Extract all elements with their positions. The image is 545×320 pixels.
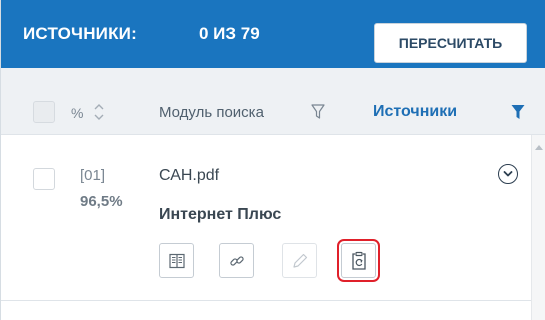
clipboard-refresh-icon (351, 251, 366, 270)
link-icon (229, 255, 244, 266)
scroll-up-icon[interactable] (535, 145, 543, 150)
open-link-button[interactable] (219, 243, 254, 278)
sources-count: 0 ИЗ 79 (199, 24, 260, 43)
filter-active-icon[interactable] (511, 104, 525, 120)
view-source-button[interactable] (159, 243, 194, 278)
filter-icon[interactable] (311, 104, 325, 120)
sources-list (1, 135, 545, 320)
row-index: [01] (80, 167, 106, 184)
row-file-name[interactable]: САН.pdf (159, 167, 219, 185)
module-column-label[interactable]: Модуль поиска (159, 104, 264, 121)
select-all-checkbox[interactable] (33, 101, 55, 123)
row-source-name: Интернет Плюс (159, 206, 282, 223)
row-checkbox[interactable] (33, 168, 55, 190)
row-divider (1, 300, 531, 301)
sources-header: ИСТОЧНИКИ: 0 ИЗ 79 ПЕРЕСЧИТАТЬ (1, 0, 545, 68)
recalculate-button[interactable]: ПЕРЕСЧИТАТЬ (374, 23, 527, 63)
sources-column-label[interactable]: Источники (373, 103, 457, 121)
sort-icon[interactable] (93, 101, 105, 123)
recheck-source-button[interactable] (337, 239, 380, 282)
book-icon (168, 253, 185, 268)
expand-button[interactable] (498, 164, 518, 184)
percent-column-label[interactable]: % (71, 105, 83, 121)
chevron-down-icon (503, 171, 513, 177)
sources-title: ИСТОЧНИКИ: (23, 24, 137, 43)
pencil-icon (292, 253, 307, 268)
scrollbar[interactable] (531, 135, 545, 320)
column-header-row: % Модуль поиска Источники (1, 68, 545, 135)
row-percent: 96,5% (80, 193, 123, 210)
sources-panel: ИСТОЧНИКИ: 0 ИЗ 79 ПЕРЕСЧИТАТЬ % Модуль … (0, 0, 545, 320)
edit-button (282, 243, 317, 278)
